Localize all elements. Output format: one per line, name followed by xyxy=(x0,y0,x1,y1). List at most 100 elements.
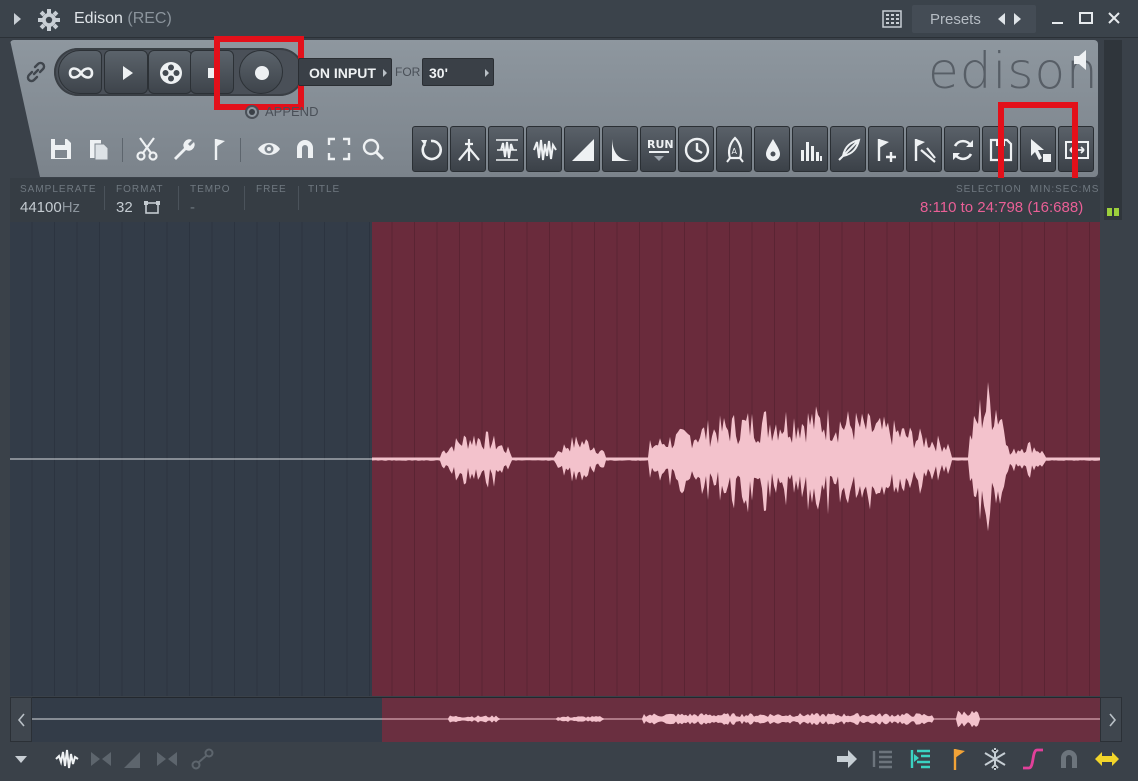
tool-strip: RUN A xyxy=(412,126,1096,172)
level-meter xyxy=(1104,40,1122,220)
level-meter-right xyxy=(1114,208,1119,216)
title-label: TITLE xyxy=(308,184,341,195)
magnet-snap-icon[interactable] xyxy=(1056,746,1082,772)
stretch-arrows-icon[interactable] xyxy=(1094,746,1120,772)
window-title-text: Edison xyxy=(74,10,123,27)
close-icon[interactable] xyxy=(1106,10,1122,26)
waveform-shape xyxy=(372,381,1100,532)
denoise-tool[interactable] xyxy=(754,126,790,172)
preset-next-icon[interactable] xyxy=(1014,13,1021,25)
arrow-right-icon[interactable] xyxy=(834,746,860,772)
overview-waveform-shape xyxy=(382,710,1100,728)
overview-scroller[interactable] xyxy=(32,697,1100,742)
waveform xyxy=(10,381,1100,532)
append-label: APPEND xyxy=(265,104,319,119)
highlight-record xyxy=(214,36,304,110)
add-marker-tool[interactable] xyxy=(868,126,904,172)
save-icon[interactable] xyxy=(48,136,74,162)
minimize-icon[interactable] xyxy=(1050,10,1066,26)
amplify-tool[interactable]: A xyxy=(716,126,752,172)
chevron-right-icon xyxy=(1109,713,1117,727)
waveform-view-icon[interactable] xyxy=(54,746,80,772)
normalize-tool[interactable] xyxy=(488,126,524,172)
drop-icon xyxy=(766,139,780,161)
minsec-label: MIN:SEC:MS xyxy=(1030,184,1100,195)
declick-tool[interactable] xyxy=(450,126,486,172)
wrench-icon[interactable] xyxy=(170,136,196,162)
play-icon xyxy=(123,66,133,80)
play-song-button[interactable] xyxy=(148,50,192,94)
nodes-icon[interactable] xyxy=(190,746,216,772)
samplerate-value: 44100Hz xyxy=(20,199,80,216)
dropdown-arrow-icon[interactable] xyxy=(14,754,28,764)
divider xyxy=(298,186,299,210)
gear-icon[interactable] xyxy=(38,9,60,31)
marker-list-icon[interactable] xyxy=(908,746,934,772)
record-duration-select[interactable]: 30' xyxy=(422,58,494,86)
collapse-arrow-icon[interactable] xyxy=(14,13,21,25)
fade-out-icon xyxy=(612,139,632,161)
samplerate-number: 44100 xyxy=(20,199,62,216)
equalizer-icon xyxy=(801,142,822,161)
play-button[interactable] xyxy=(104,50,148,94)
zoom-icon[interactable] xyxy=(360,136,386,162)
append-radio[interactable] xyxy=(245,105,259,119)
fade-out-tool[interactable] xyxy=(602,126,638,172)
tempo-label: TEMPO xyxy=(190,184,231,195)
stereo-view-icon[interactable] xyxy=(154,746,180,772)
window-title-suffix: (REC) xyxy=(127,10,172,27)
equalize-tool[interactable] xyxy=(792,126,828,172)
normalize-icon xyxy=(496,139,518,161)
select-all-icon[interactable] xyxy=(326,136,352,162)
scroll-right-button[interactable] xyxy=(1100,697,1122,742)
blur-tool[interactable] xyxy=(830,126,866,172)
presets-control[interactable]: Presets xyxy=(912,5,1036,33)
list-icon[interactable] xyxy=(870,746,896,772)
grid-icon[interactable] xyxy=(882,10,902,28)
split-view-icon[interactable] xyxy=(88,746,114,772)
divider xyxy=(122,138,123,162)
preset-prev-icon[interactable] xyxy=(998,13,1005,25)
selection-range: 8:110 to 24:798 (16:688) xyxy=(920,199,1084,216)
record-duration-value: 30' xyxy=(429,65,448,81)
curve-icon[interactable] xyxy=(1020,746,1046,772)
undo-tool[interactable] xyxy=(412,126,448,172)
format-value[interactable]: 32 xyxy=(116,199,133,216)
maximize-icon[interactable] xyxy=(1078,10,1094,26)
snowflake-icon[interactable] xyxy=(982,746,1008,772)
trim-tool[interactable] xyxy=(526,126,562,172)
link-icon[interactable] xyxy=(24,60,48,84)
record-mode-value: ON INPUT xyxy=(309,65,376,81)
for-label: FOR xyxy=(395,65,421,79)
declick-icon xyxy=(458,139,480,161)
feather-icon xyxy=(838,138,861,161)
divider xyxy=(240,138,241,162)
scissors-icon[interactable] xyxy=(134,136,160,162)
convert-tool[interactable] xyxy=(944,126,980,172)
level-meter-left xyxy=(1107,208,1112,216)
speaker-icon[interactable] xyxy=(1072,48,1092,72)
svg-text:RUN: RUN xyxy=(647,138,673,151)
waveform-editor[interactable] xyxy=(10,222,1100,696)
infinity-icon xyxy=(68,67,94,79)
presets-label[interactable]: Presets xyxy=(930,11,981,28)
magnet-icon[interactable] xyxy=(292,136,318,162)
chevron-left-icon xyxy=(17,713,25,727)
paste-icon[interactable] xyxy=(86,136,112,162)
flag-icon[interactable] xyxy=(946,746,972,772)
time-stretch-tool[interactable] xyxy=(678,126,714,172)
ramp-icon[interactable] xyxy=(120,746,146,772)
undo-icon xyxy=(421,139,443,161)
slice-tool[interactable] xyxy=(906,126,942,172)
eye-icon[interactable] xyxy=(256,136,282,162)
run-tool[interactable]: RUN xyxy=(640,126,676,172)
fade-in-tool[interactable] xyxy=(564,126,600,172)
window-title: Edison (REC) xyxy=(74,10,172,28)
selection-label: SELECTION xyxy=(956,184,1022,195)
format-edit-icon[interactable] xyxy=(143,200,161,216)
marker-flag-icon[interactable] xyxy=(208,136,234,162)
loop-button[interactable] xyxy=(58,50,102,94)
scroll-left-button[interactable] xyxy=(10,697,32,742)
divider xyxy=(244,186,245,210)
record-mode-select[interactable]: ON INPUT xyxy=(298,58,392,86)
